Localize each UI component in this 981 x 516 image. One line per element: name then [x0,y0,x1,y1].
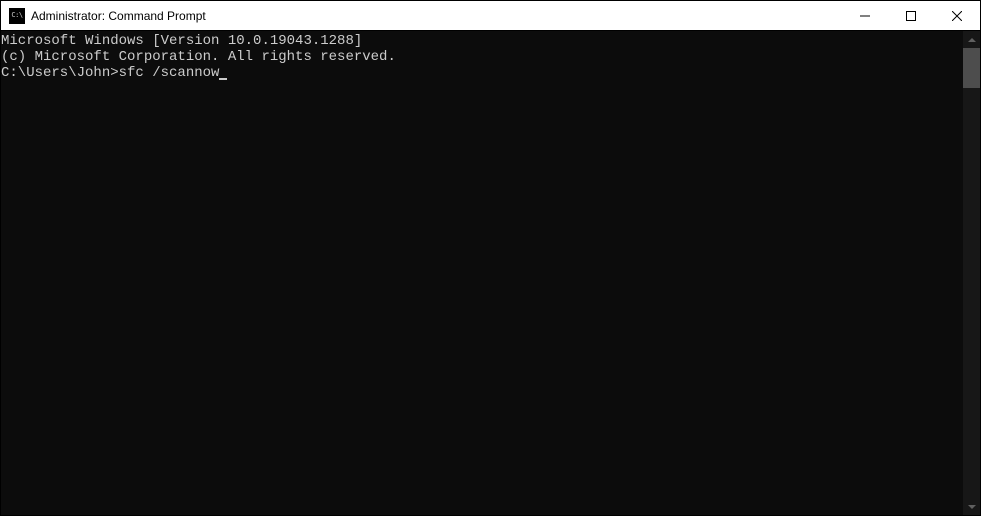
close-icon [952,11,962,21]
scroll-down-button[interactable] [963,498,980,515]
minimize-icon [860,11,870,21]
terminal-area: Microsoft Windows [Version 10.0.19043.12… [1,31,980,515]
window-controls [842,1,980,30]
maximize-icon [906,11,916,21]
minimize-button[interactable] [842,1,888,30]
maximize-button[interactable] [888,1,934,30]
app-icon: C:\ [9,8,25,24]
close-button[interactable] [934,1,980,30]
app-icon-text: C:\ [11,12,22,19]
terminal[interactable]: Microsoft Windows [Version 10.0.19043.12… [1,31,963,515]
terminal-command: sfc /scannow [119,65,220,81]
window-title: Administrator: Command Prompt [31,9,842,23]
chevron-down-icon [968,505,976,509]
scroll-thumb[interactable] [963,48,980,88]
titlebar[interactable]: C:\ Administrator: Command Prompt [1,1,980,31]
terminal-line-version: Microsoft Windows [Version 10.0.19043.12… [1,33,963,49]
scroll-track[interactable] [963,48,980,498]
chevron-up-icon [968,38,976,42]
terminal-prompt: C:\Users\John> [1,65,119,81]
scroll-up-button[interactable] [963,31,980,48]
scrollbar[interactable] [963,31,980,515]
command-prompt-window: C:\ Administrator: Command Prompt Micros… [0,0,981,516]
terminal-line-copyright: (c) Microsoft Corporation. All rights re… [1,49,963,65]
terminal-prompt-line: C:\Users\John>sfc /scannow [1,65,963,81]
terminal-cursor [219,78,227,80]
